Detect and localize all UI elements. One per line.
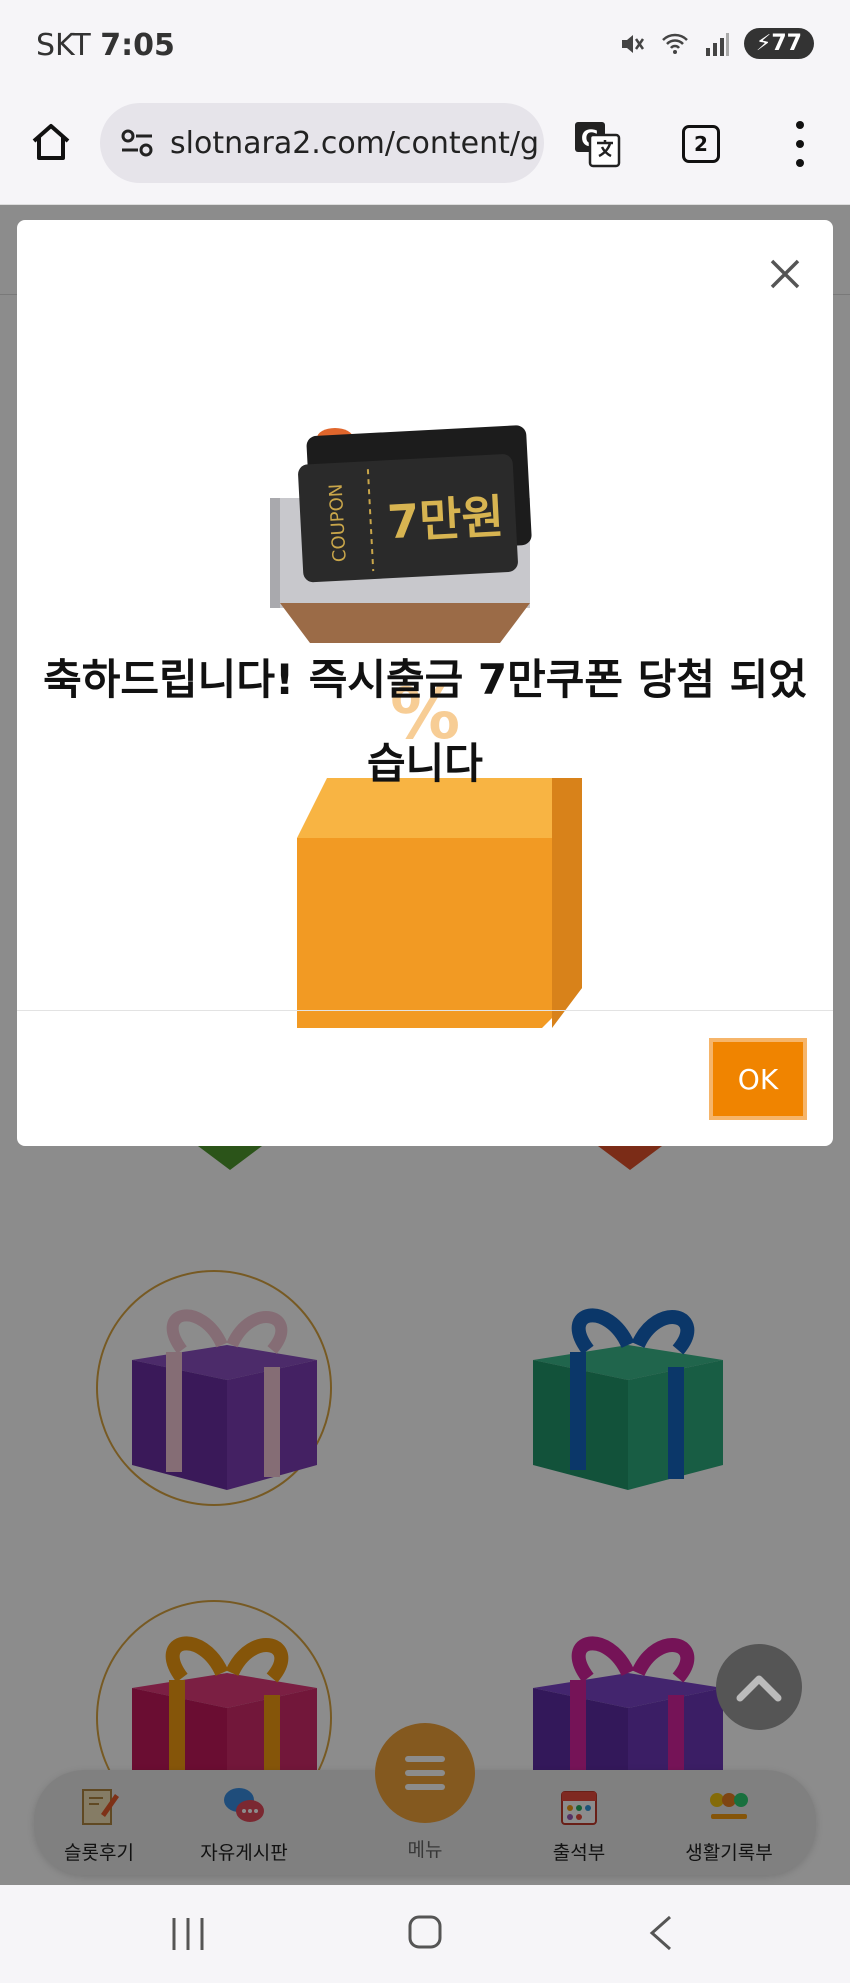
carrier: SKT	[36, 28, 91, 63]
dialog-title: 축하드립니다! 즉시출금 7만쿠폰 당첨 되었습니다	[43, 655, 807, 788]
mute-icon	[621, 34, 644, 53]
url-text: slotnara2.com/content/g	[170, 125, 540, 161]
status-icons: ⚡77	[618, 28, 814, 59]
translate-icon[interactable]: G	[572, 119, 622, 169]
ok-button[interactable]: OK	[709, 1038, 807, 1120]
scroll-to-top-button[interactable]	[716, 1644, 802, 1730]
signal-icon	[705, 32, 729, 56]
tab-switcher-button[interactable]: 2	[682, 125, 720, 163]
more-options-icon[interactable]	[786, 121, 814, 167]
coupon-amount: 7만원	[386, 489, 505, 549]
clock: 7:05	[100, 28, 175, 63]
battery-indicator: ⚡77	[743, 28, 814, 59]
coupon-label: COUPON	[326, 483, 351, 562]
tab-count: 2	[694, 132, 708, 156]
dialog-divider	[17, 1010, 833, 1011]
close-icon[interactable]	[765, 254, 805, 294]
system-navigation-bar	[0, 1885, 850, 1983]
wifi-icon	[662, 33, 688, 54]
status-bar: SKT 7:05 ⚡77	[0, 0, 850, 95]
back-icon[interactable]	[646, 1913, 676, 1953]
site-settings-icon[interactable]	[120, 128, 154, 158]
status-carrier-time: SKT 7:05	[36, 28, 175, 63]
recent-apps-icon[interactable]	[170, 1915, 206, 1953]
address-bar[interactable]: slotnara2.com/content/g	[100, 103, 544, 183]
home-icon[interactable]	[26, 117, 76, 167]
browser-toolbar: slotnara2.com/content/g G 2	[0, 95, 850, 205]
coupon-win-dialog: COUPON 7만원 % 축하드립니다! 즉시출금 7만쿠폰 당첨 되었습니다 …	[17, 220, 833, 1146]
home-nav-icon[interactable]	[406, 1913, 444, 1951]
chevron-up-icon	[736, 1675, 782, 1702]
